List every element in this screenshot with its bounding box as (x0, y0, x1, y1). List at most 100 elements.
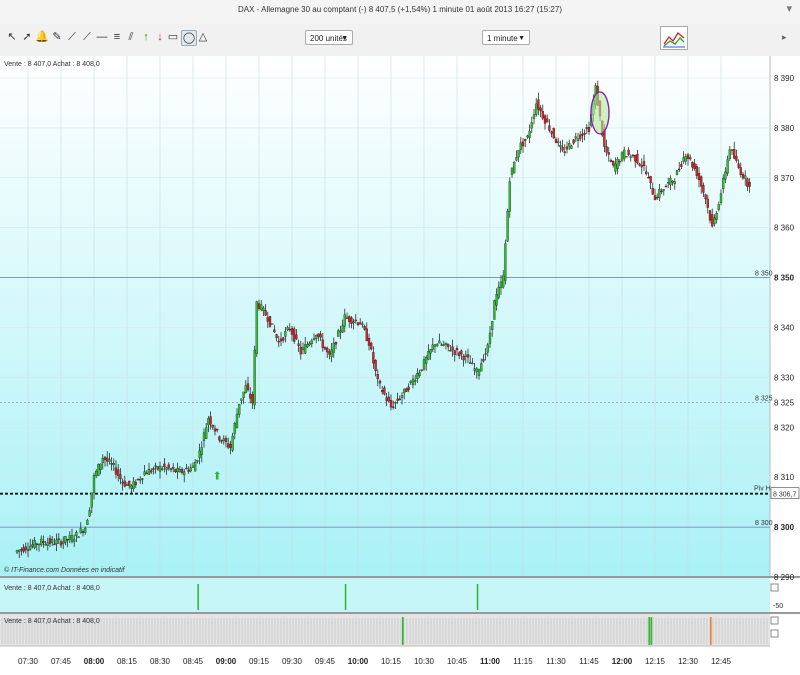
candle-body (403, 388, 406, 394)
trend-line-icon[interactable]: ⟋ (65, 30, 79, 44)
candle-body (301, 347, 305, 350)
channel-icon[interactable]: ⫽ (124, 30, 138, 44)
candle-body (167, 464, 170, 469)
candle-body (625, 156, 628, 158)
candle-body (383, 387, 386, 395)
pointer-icon[interactable]: ➚ (20, 30, 34, 44)
candle-body (187, 469, 190, 472)
panel-divider (0, 576, 800, 578)
menu-arrow-icon[interactable]: ▸ (782, 32, 787, 43)
candle-body (381, 390, 384, 393)
magic-wand-icon[interactable]: ✎ (50, 30, 64, 44)
candle-body (273, 329, 276, 333)
candle-body (165, 467, 168, 470)
trend-line-2-icon[interactable]: ⟋ (80, 30, 94, 44)
candle-body (361, 323, 364, 326)
signal-bar (197, 584, 199, 610)
highlight-ellipse[interactable] (590, 91, 610, 135)
candle-body (484, 353, 487, 355)
triangle-icon[interactable]: △ (196, 30, 210, 44)
candle-body (568, 143, 571, 147)
candle-body (455, 348, 459, 351)
candle-body (680, 164, 683, 167)
candle-body (235, 413, 239, 429)
price-tick-label: 8 370 (774, 174, 795, 183)
candle-body (537, 99, 540, 110)
candle-body (363, 326, 366, 330)
candle-body (268, 316, 272, 327)
candle-body (631, 154, 635, 157)
candle-body (583, 132, 586, 135)
candle-body (623, 149, 626, 159)
time-label: 12:30 (678, 657, 699, 666)
indicator-settings-icon[interactable] (770, 583, 779, 592)
candle-body (189, 467, 192, 472)
buy-signal-arrow: ⬆ (213, 471, 222, 483)
candle-body (123, 480, 126, 487)
candle-body (726, 159, 729, 174)
candle-body (260, 304, 263, 310)
horizontal-line-icon[interactable]: — (95, 30, 109, 44)
candle-body (117, 469, 120, 476)
signal-bar (710, 617, 712, 645)
signal-bar (476, 584, 479, 610)
candle-body (290, 328, 294, 335)
candle-body (398, 398, 401, 401)
panel-divider (0, 612, 800, 614)
candle-body (728, 149, 731, 160)
volume-settings-icon-2[interactable] (770, 629, 779, 638)
candle-body (282, 337, 285, 341)
candle-body (169, 468, 173, 470)
units-select[interactable]: 200 unités ▼ (305, 30, 353, 45)
sell-arrow-icon[interactable]: ↓ (153, 30, 167, 44)
candle-body (460, 350, 463, 355)
candle-body (711, 214, 714, 227)
candle-body (636, 153, 639, 164)
candle-body (389, 400, 393, 408)
candle-body (475, 368, 478, 373)
minimize-icon[interactable]: ▾ (786, 2, 792, 15)
credit-label: © IT-Finance.com Données en indicatif (4, 566, 126, 574)
candle-body (587, 127, 591, 132)
candle-body (730, 149, 734, 151)
candle-body (227, 443, 230, 448)
candle-body (510, 167, 514, 175)
candle-body (310, 340, 313, 345)
candle-body (53, 543, 56, 546)
candle-body (323, 346, 327, 350)
ellipse-icon[interactable]: ◯ (181, 30, 197, 46)
candle-body (739, 167, 742, 175)
candle-body (554, 139, 558, 144)
candle-body (574, 136, 577, 139)
cursor-icon[interactable]: ↖ (5, 30, 19, 44)
candle-body (42, 541, 45, 544)
price-tick-label: 8 330 (774, 373, 795, 382)
candle-body (81, 530, 85, 533)
price-tick-label: 8 310 (774, 473, 795, 482)
candle-body (700, 176, 703, 187)
candle-body (183, 471, 186, 476)
interval-select[interactable]: 1 minute ▼ (482, 30, 530, 45)
volume-settings-icon[interactable] (770, 616, 779, 625)
candle-body (40, 538, 43, 546)
candle-body (262, 307, 265, 311)
candle-body (330, 349, 333, 357)
main-panel-info: Vente : 8 407,0 Achat : 8 408,0 (4, 61, 100, 68)
signal-bar (650, 617, 653, 645)
candle-body (218, 436, 221, 441)
candle-body (462, 356, 465, 361)
candle-body (741, 174, 745, 179)
buy-arrow-icon[interactable]: ↑ (139, 30, 153, 44)
rectangle-icon[interactable]: ▭ (166, 30, 180, 44)
chart-settings-icon[interactable] (660, 26, 688, 50)
candle-body (550, 131, 553, 134)
alarm-icon[interactable]: 🔔 (35, 30, 49, 44)
candle-body (392, 406, 395, 408)
indicator-axis-label: -50 (773, 603, 783, 610)
candle-body (48, 538, 52, 544)
candle-body (297, 343, 300, 346)
price-tick-label: 8 340 (774, 324, 795, 333)
candle-body (202, 432, 206, 441)
fibonacci-icon[interactable]: ≡ (110, 30, 124, 44)
candle-body (528, 130, 531, 138)
